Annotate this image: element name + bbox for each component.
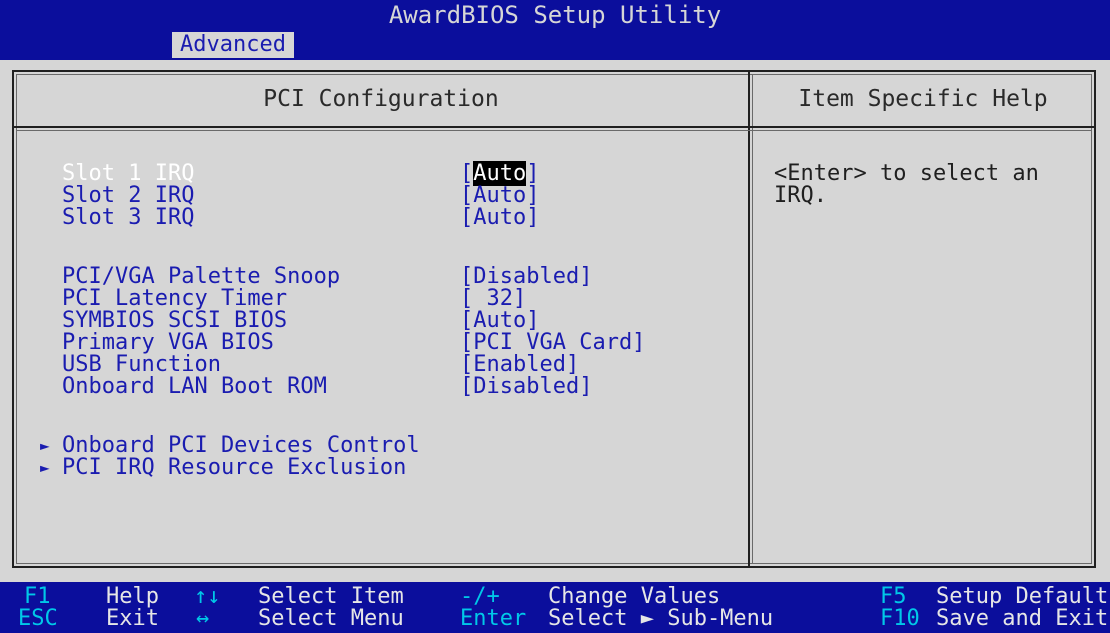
setting-label: Slot 2 IRQ [62,183,195,208]
setting-slot1-irq[interactable]: Slot 1 IRQ [Auto] [62,161,742,186]
setting-value[interactable]: [ 32] [460,288,526,310]
up-down-arrows-icon: ↑↓ [194,584,221,609]
setting-onboard-lan-boot-rom[interactable]: Onboard LAN Boot ROM [Disabled] [62,376,742,398]
panel-divider [748,70,750,568]
help-text-line: <Enter> to select an [774,161,1039,186]
setting-label: SYMBIOS SCSI BIOS [62,308,288,333]
tab-advanced[interactable]: Advanced [172,32,294,58]
setting-label: Onboard LAN Boot ROM [62,374,327,399]
setting-label: Slot 3 IRQ [62,205,195,230]
setting-slot3-irq[interactable]: Slot 3 IRQ [Auto] [62,207,742,229]
esc-key: ESC [18,606,58,631]
page-title: PCI Configuration [263,86,499,112]
help-panel-title: Item Specific Help [798,86,1048,112]
submenu-pci-irq-resource-exclusion[interactable]: ► PCI IRQ Resource Exclusion [40,455,742,480]
setting-value[interactable]: [Auto] [460,310,539,332]
plus-minus-key: -/+ [460,584,500,609]
plusminus-desc: Change Values [548,584,721,609]
setting-label: PCI Latency Timer [62,286,288,311]
setting-label: USB Function [62,352,221,377]
f10-key: F10 [880,606,920,631]
f1-desc: Help [106,584,159,609]
setting-value[interactable]: [Enabled] [460,354,579,376]
f10-desc: Save and Exit [936,606,1109,631]
setting-label: Primary VGA BIOS [62,330,274,355]
help-text-line: IRQ. [774,183,827,208]
setting-value[interactable]: [Disabled] [460,376,592,398]
setting-value[interactable]: [Auto] [460,161,539,186]
setting-primary-vga-bios[interactable]: Primary VGA BIOS [PCI VGA Card] [62,332,742,354]
updown-desc: Select Item [258,584,404,609]
settings-list: Slot 1 IRQ [Auto] Slot 2 IRQ [Auto] Slot… [40,161,742,480]
setting-value[interactable]: [Auto] [460,185,539,207]
enter-desc: Select ► Sub-Menu [548,606,774,631]
enter-key: Enter [460,606,527,631]
setting-slot2-irq[interactable]: Slot 2 IRQ [Auto] [62,185,742,207]
submenu-label: Onboard PCI Devices Control [62,433,420,458]
f5-key: F5 [880,584,907,609]
setting-value[interactable]: [PCI VGA Card] [460,332,645,354]
help-text: <Enter> to select an IRQ. [774,163,1074,207]
esc-desc: Exit [106,606,159,631]
setting-label: PCI/VGA Palette Snoop [62,264,341,289]
window-title: AwardBIOS Setup Utility [0,0,1110,30]
submenu-arrow-icon: ► [40,458,50,477]
f5-desc: Setup Defaults [936,584,1110,609]
setting-symbios-scsi-bios[interactable]: SYMBIOS SCSI BIOS [Auto] [62,310,742,332]
status-bar: F1 Help ESC Exit ↑↓ Select Item ↔ Select… [0,582,1110,633]
setting-value[interactable]: [Auto] [460,207,539,229]
panel-divider-inner [752,74,753,564]
setting-pci-vga-palette-snoop[interactable]: PCI/VGA Palette Snoop [Disabled] [62,266,742,288]
left-right-arrows-icon: ↔ [196,606,210,631]
setting-label: Slot 1 IRQ [62,161,195,186]
header-divider [12,126,1096,128]
menu-bar: Advanced [0,30,1110,60]
setting-pci-latency-timer[interactable]: PCI Latency Timer [ 32] [62,288,742,310]
submenu-label: PCI IRQ Resource Exclusion [62,455,407,480]
setting-value[interactable]: [Disabled] [460,266,592,288]
setting-usb-function[interactable]: USB Function [Enabled] [62,354,742,376]
f1-key: F1 [24,584,51,609]
header-divider-inner [16,130,1092,131]
submenu-onboard-pci-devices-control[interactable]: ► Onboard PCI Devices Control [40,433,742,458]
submenu-arrow-icon: ► [40,436,50,455]
leftright-desc: Select Menu [258,606,404,631]
